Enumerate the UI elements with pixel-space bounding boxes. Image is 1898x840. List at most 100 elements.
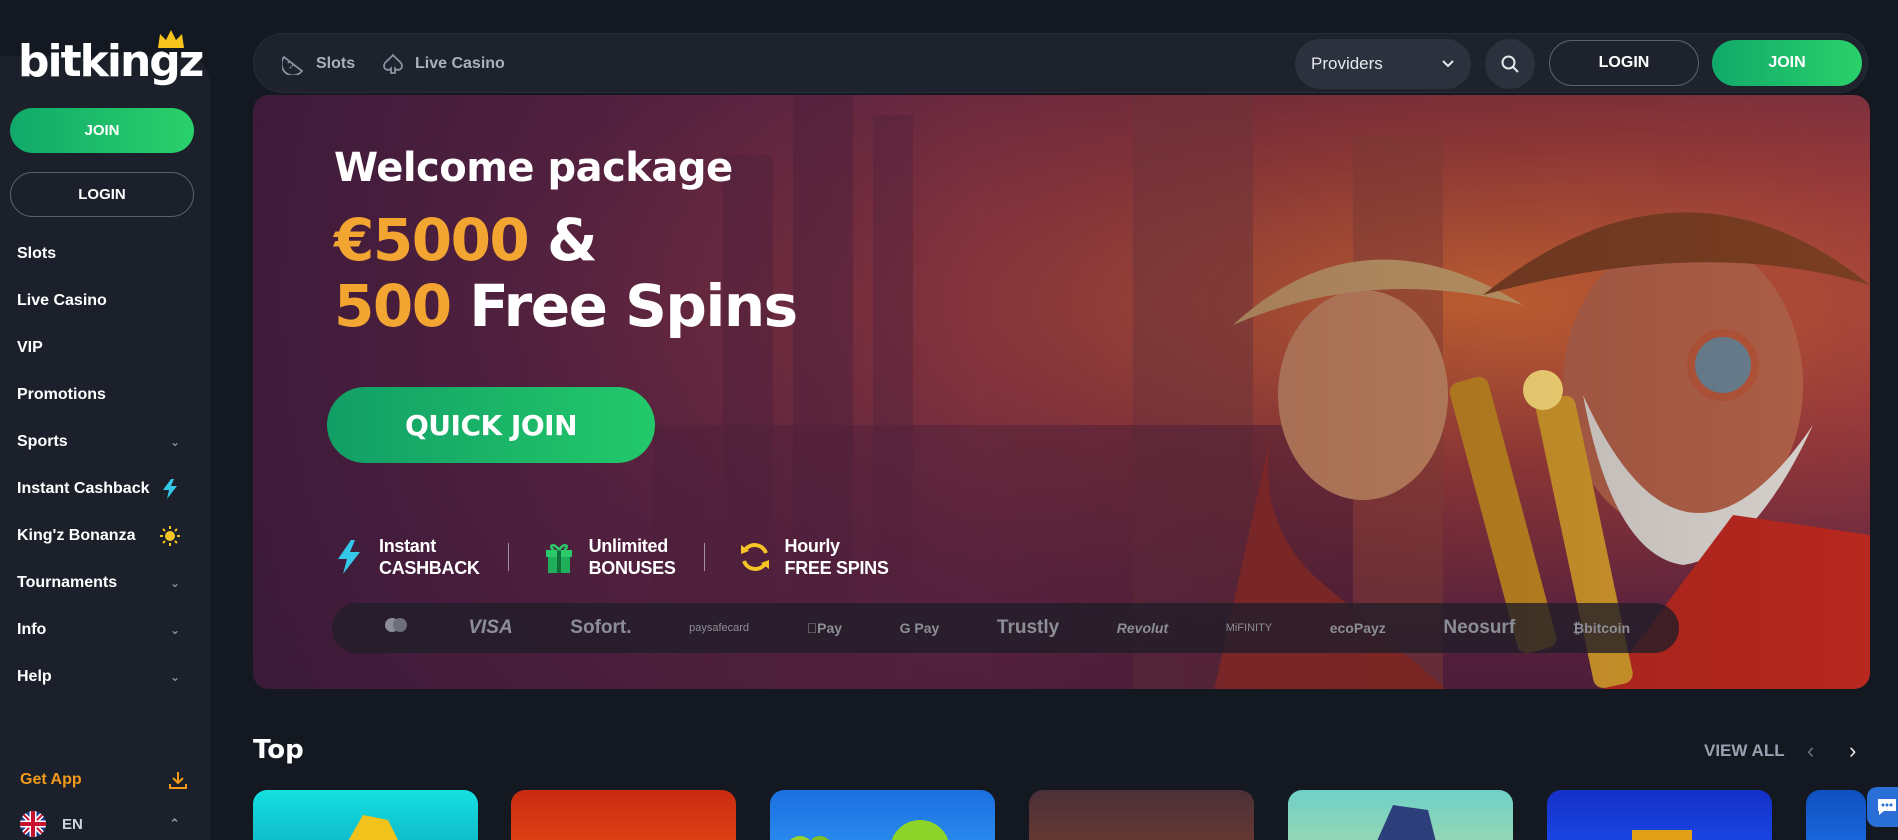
topbar-slots-label: Slots bbox=[316, 55, 356, 72]
chevron-right-icon[interactable]: › bbox=[1849, 738, 1856, 764]
sidebar-item-label: Promotions bbox=[17, 385, 106, 403]
game-thumbnail[interactable] bbox=[1288, 790, 1513, 840]
feature-line2: FREE SPINS bbox=[784, 558, 889, 578]
lightning-icon bbox=[333, 540, 365, 574]
feature-line2: CASHBACK bbox=[379, 558, 480, 578]
feature-line1: Hourly bbox=[784, 536, 841, 556]
watermelon-icon bbox=[282, 55, 304, 75]
google-pay-logo: G Pay bbox=[893, 620, 940, 636]
get-app-button[interactable]: Get App bbox=[20, 770, 188, 790]
view-all-link[interactable]: VIEW ALL bbox=[1704, 741, 1785, 761]
sidebar-item-label: Help bbox=[17, 667, 52, 685]
sidebar-item-help[interactable]: Help ⌄ bbox=[0, 653, 200, 700]
download-icon bbox=[169, 772, 187, 789]
search-button[interactable] bbox=[1485, 39, 1535, 89]
sidebar-item-promotions[interactable]: Promotions bbox=[0, 371, 200, 418]
sidebar-item-live-casino[interactable]: Live Casino bbox=[0, 277, 200, 324]
sidebar-item-tournaments[interactable]: Tournaments ⌄ bbox=[0, 559, 200, 606]
topbar-join-button[interactable]: JOIN bbox=[1712, 40, 1862, 86]
feature-unlimited-bonuses: Unlimited BONUSES bbox=[543, 535, 676, 579]
ecopayz-logo: ecoPayz bbox=[1327, 620, 1386, 636]
sidebar-item-label: Instant Cashback bbox=[17, 479, 150, 497]
sidebar-item-sports[interactable]: Sports ⌄ bbox=[0, 418, 200, 465]
uk-flag-icon bbox=[20, 811, 46, 837]
visa-logo: VISA bbox=[468, 617, 513, 638]
chevron-down-icon bbox=[1442, 60, 1454, 68]
topbar-live-casino-link[interactable]: Live Casino bbox=[381, 34, 505, 94]
bitcoin-logo: ₿bitcoin bbox=[1572, 620, 1630, 636]
feature-text: Instant CASHBACK bbox=[379, 535, 480, 579]
crown-icon bbox=[158, 30, 184, 48]
sofort-logo: Sofort. bbox=[570, 617, 632, 638]
topbar-live-casino-label: Live Casino bbox=[415, 55, 505, 72]
spade-icon bbox=[383, 53, 403, 74]
logo[interactable]: bitkingz bbox=[18, 28, 204, 88]
game-thumbnail[interactable] bbox=[253, 790, 478, 840]
game-art bbox=[790, 820, 949, 840]
payment-methods-bar: VISA Sofort. paysafecard Pay G Pay Trus… bbox=[332, 603, 1679, 653]
hero-banner[interactable]: Welcome package €5000 & 500 Free Spins Q… bbox=[253, 95, 1870, 689]
sidebar-item-label: Live Casino bbox=[17, 291, 107, 309]
sidebar-item-label: King'z Bonanza bbox=[17, 526, 136, 544]
refresh-icon bbox=[739, 540, 771, 574]
sidebar-item-label: VIP bbox=[17, 338, 43, 356]
chat-button[interactable] bbox=[1867, 787, 1898, 827]
topbar-slots-link[interactable]: Slots bbox=[282, 34, 355, 94]
mifinity-logo: MiFINITY bbox=[1222, 622, 1272, 634]
sidebar-item-info[interactable]: Info ⌄ bbox=[0, 606, 200, 653]
chevron-down-icon: ⌄ bbox=[169, 575, 180, 590]
section-title-top: Top bbox=[253, 735, 304, 765]
sidebar-item-label: Info bbox=[17, 620, 47, 638]
sidebar-item-slots[interactable]: Slots bbox=[0, 230, 200, 277]
game-thumbnail[interactable] bbox=[1029, 790, 1254, 840]
feature-text: Unlimited BONUSES bbox=[589, 535, 676, 579]
sidebar: bitkingz JOIN LOGIN Slots Live Casino VI… bbox=[0, 0, 210, 840]
trustly-logo: Trustly bbox=[992, 617, 1059, 638]
providers-label: Providers bbox=[1311, 54, 1383, 73]
language-label: EN bbox=[62, 815, 83, 833]
feature-instant-cashback: Instant CASHBACK bbox=[333, 535, 480, 579]
feature-line1: Instant bbox=[379, 536, 436, 556]
feature-hourly-free-spins: Hourly FREE SPINS bbox=[739, 535, 889, 579]
language-selector[interactable]: EN ⌃ bbox=[20, 811, 180, 837]
sidebar-nav: Slots Live Casino VIP Promotions Sports … bbox=[0, 230, 200, 700]
sidebar-join-button[interactable]: JOIN bbox=[10, 108, 194, 153]
chevron-left-icon[interactable]: ‹ bbox=[1807, 738, 1814, 764]
sidebar-item-label: Slots bbox=[17, 244, 57, 262]
game-art bbox=[1377, 805, 1436, 840]
feature-line2: BONUSES bbox=[588, 558, 676, 578]
chevron-down-icon: ⌄ bbox=[169, 622, 180, 637]
game-art bbox=[348, 815, 398, 840]
sidebar-item-kingz-bonanza[interactable]: King'z Bonanza bbox=[0, 512, 200, 559]
quick-join-button[interactable]: QUICK JOIN bbox=[327, 387, 655, 463]
game-thumbnail[interactable] bbox=[770, 790, 995, 840]
paysafecard-logo: paysafecard bbox=[689, 622, 750, 634]
feature-text: Hourly FREE SPINS bbox=[785, 535, 889, 579]
hero-features: Instant CASHBACK Unlimited BONUSES Hourl… bbox=[333, 535, 917, 579]
sidebar-item-instant-cashback[interactable]: Instant Cashback bbox=[0, 465, 200, 512]
chat-icon bbox=[1878, 799, 1896, 815]
game-art bbox=[1632, 830, 1692, 840]
game-thumbnail[interactable] bbox=[1547, 790, 1772, 840]
chevron-down-icon: ⌄ bbox=[169, 669, 180, 684]
sidebar-item-label: Tournaments bbox=[17, 573, 118, 591]
mastercard-logo bbox=[381, 616, 411, 640]
chevron-up-icon: ⌃ bbox=[169, 816, 180, 831]
apple-pay-label: Pay bbox=[810, 620, 842, 636]
game-thumbnail[interactable] bbox=[511, 790, 736, 840]
sidebar-login-button[interactable]: LOGIN bbox=[10, 172, 194, 217]
topbar: Slots Live Casino Providers LOGIN JOIN bbox=[253, 33, 1868, 93]
hero-spins-count: 500 bbox=[334, 272, 452, 340]
sidebar-item-label: Sports bbox=[17, 432, 68, 450]
gift-icon bbox=[543, 540, 575, 574]
chevron-down-icon: ⌄ bbox=[169, 434, 180, 449]
sidebar-item-vip[interactable]: VIP bbox=[0, 324, 200, 371]
providers-dropdown[interactable]: Providers bbox=[1295, 39, 1471, 89]
divider bbox=[703, 543, 705, 571]
apple-pay-logo: Pay bbox=[807, 620, 842, 636]
game-thumbnail[interactable] bbox=[1806, 790, 1866, 840]
hero-spins-label: Free Spins bbox=[450, 272, 798, 340]
topbar-login-button[interactable]: LOGIN bbox=[1549, 40, 1699, 86]
revolut-logo: Revolut bbox=[1112, 620, 1168, 636]
feature-line1: Unlimited bbox=[588, 536, 669, 556]
